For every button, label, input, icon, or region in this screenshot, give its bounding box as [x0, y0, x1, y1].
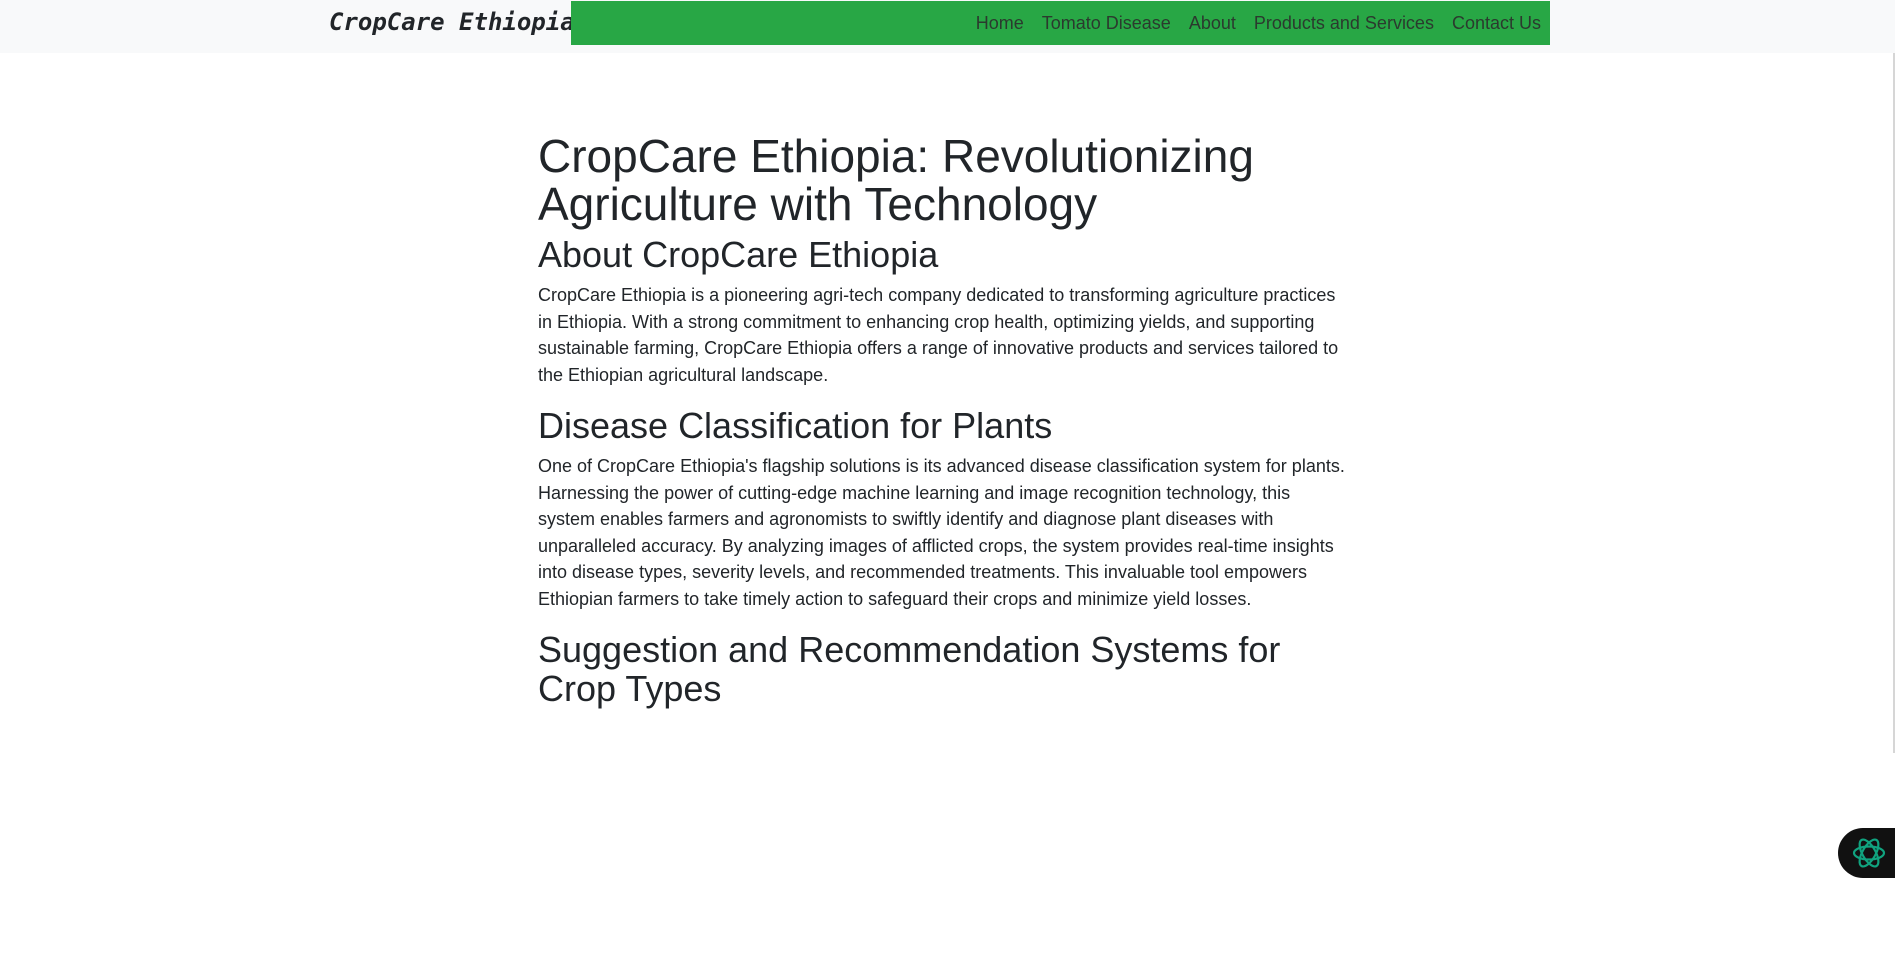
nav-link-tomato-disease[interactable]: Tomato Disease [1042, 13, 1171, 34]
section-heading-disease-classification: Disease Classification for Plants [538, 405, 1053, 446]
nav-link-contact-us[interactable]: Contact Us [1452, 13, 1541, 34]
brand-logo[interactable]: CropCare Ethiopia [329, 8, 575, 36]
nav-link-products-services[interactable]: Products and Services [1254, 13, 1434, 34]
nav-link-home[interactable]: Home [976, 13, 1024, 34]
page-title: CropCare Ethiopia: Revolutionizing Agric… [538, 130, 1254, 230]
nav-bar-menu: Home Tomato Disease About Products and S… [571, 1, 1550, 45]
nav-links: Home Tomato Disease About Products and S… [958, 1, 1541, 45]
section-body-about: CropCare Ethiopia is a pioneering agri-t… [538, 285, 1339, 385]
nav-link-about[interactable]: About [1189, 13, 1236, 34]
main-content: CropCare Ethiopia: Revolutionizing Agric… [538, 132, 1346, 716]
section-heading-recommendation: Suggestion and Recommendation Systems fo… [538, 629, 1281, 709]
section-heading-about: About CropCare Ethiopia [538, 234, 939, 275]
ai-assistant-button[interactable] [1838, 828, 1895, 878]
section-body-disease-classification: One of CropCare Ethiopia's flagship solu… [538, 456, 1345, 609]
navbar: CropCare Ethiopia Home Tomato Disease Ab… [0, 0, 1895, 53]
ai-assistant-icon [1852, 838, 1886, 868]
